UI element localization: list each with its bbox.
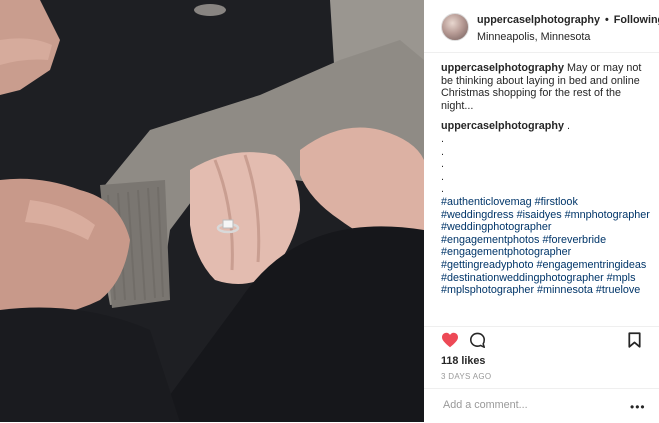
- caption-username[interactable]: uppercaselphotography: [441, 62, 564, 74]
- dot-line: .: [441, 145, 444, 158]
- hashtag-line[interactable]: #engagementphotos #foreverbride: [441, 234, 606, 246]
- post-sidebar: uppercaselphotography • Following Minnea…: [424, 0, 659, 422]
- actions-divider: [424, 326, 659, 327]
- following-button[interactable]: Following: [614, 14, 659, 26]
- more-dots-icon[interactable]: •••: [630, 401, 646, 413]
- post-timestamp[interactable]: 3 DAYS AGO: [441, 372, 491, 381]
- comment-text: .: [566, 120, 570, 133]
- hashtag-line[interactable]: #gettingreadyphoto #engagementringideas: [441, 259, 646, 271]
- dot-line: .: [441, 183, 444, 196]
- hashtag-line[interactable]: #weddingphotographer: [441, 221, 551, 233]
- hashtag-line[interactable]: #engagementphotographer: [441, 246, 571, 258]
- dot-line: .: [441, 132, 444, 145]
- separator-dot: •: [604, 14, 609, 26]
- dot-line: .: [441, 158, 444, 171]
- comment-dots: . . . . .: [441, 133, 653, 196]
- avatar[interactable]: [441, 13, 469, 41]
- comments-section: uppercaselphotography May or may not be …: [441, 62, 653, 305]
- hashtag-line[interactable]: #destinationweddingphotographer #mpls: [441, 272, 635, 284]
- likes-count[interactable]: 118 likes: [441, 355, 485, 367]
- comment-bubble-icon[interactable]: [469, 332, 486, 349]
- header-user-line: uppercaselphotography • Following: [477, 14, 659, 26]
- hashtag-line[interactable]: #authenticlovemag #firstlook: [441, 196, 578, 208]
- header-username[interactable]: uppercaselphotography: [477, 14, 600, 26]
- hashtag-block: #authenticlovemag #firstlook #weddingdre…: [441, 196, 653, 297]
- location-link[interactable]: Minneapolis, Minnesota: [477, 31, 590, 43]
- add-comment-input[interactable]: [441, 398, 615, 412]
- bookmark-icon[interactable]: [628, 332, 641, 348]
- comment-username[interactable]: uppercaselphotography: [441, 120, 564, 132]
- dot-line: .: [441, 170, 444, 183]
- instagram-post: uppercaselphotography • Following Minnea…: [0, 0, 659, 422]
- hashtag-line[interactable]: #mplsphotographer #minnesota #truelove: [441, 284, 640, 296]
- comment: uppercaselphotography . . . . . . #authe…: [441, 120, 653, 296]
- hashtag-line[interactable]: #weddingdress #isaidyes #mnphotographer: [441, 209, 650, 221]
- add-comment-bar: •••: [424, 388, 659, 423]
- post-photo[interactable]: [0, 0, 424, 422]
- engagement-ring-photo: [0, 0, 424, 422]
- caption: uppercaselphotography May or may not be …: [441, 62, 653, 112]
- post-header: uppercaselphotography • Following Minnea…: [424, 0, 659, 53]
- heart-icon[interactable]: [441, 332, 459, 348]
